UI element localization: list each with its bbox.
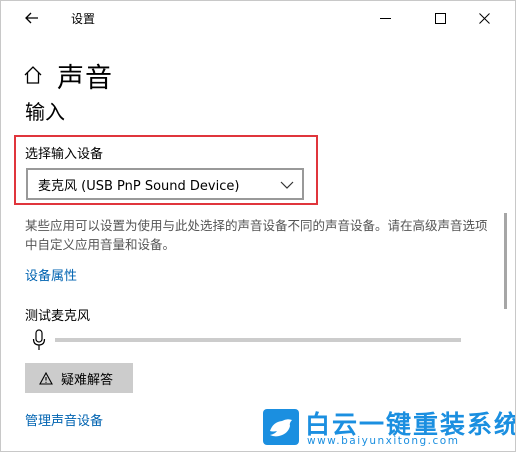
page-title: 声音 [57, 62, 113, 94]
title-bar: 设置 [1, 1, 515, 35]
manage-devices-link[interactable]: 管理声音设备 [25, 410, 103, 429]
close-button[interactable] [464, 5, 504, 31]
scrollbar[interactable] [504, 213, 507, 309]
back-arrow-icon [25, 12, 38, 24]
close-icon [478, 12, 490, 24]
minimize-button[interactable] [365, 5, 405, 31]
maximize-button[interactable] [420, 5, 460, 31]
mic-level-bar [55, 338, 461, 342]
maximize-icon [434, 12, 446, 24]
troubleshoot-label: 疑难解答 [61, 372, 114, 388]
watermark-url: www.baiyunxitong.com [307, 435, 460, 447]
app-title: 设置 [71, 12, 96, 26]
input-device-select[interactable]: 麦克风 (USB PnP Sound Device) [26, 168, 304, 200]
watermark: 白云一键重装系统 www.baiyunxitong.com [263, 405, 515, 449]
page-header: 声音 [23, 57, 113, 94]
chevron-down-icon [280, 181, 294, 189]
microphone-icon [32, 329, 46, 350]
bird-logo-icon [263, 409, 299, 445]
minimize-icon [379, 17, 391, 19]
mic-test-label: 测试麦克风 [25, 309, 91, 324]
troubleshoot-button[interactable]: 疑难解答 [25, 363, 133, 393]
input-device-label: 选择输入设备 [25, 147, 104, 162]
warning-icon [39, 371, 53, 385]
home-icon[interactable] [23, 65, 43, 85]
settings-window: 设置 声音 输入 选择输入设备 麦克风 (USB PnP Sound Devic… [0, 0, 516, 452]
description-text: 某些应用可以设置为使用与此处选择的声音设备不同的声音设备。请在高级声音选项中自定… [25, 218, 488, 252]
back-button[interactable] [15, 5, 49, 31]
input-device-value: 麦克风 (USB PnP Sound Device) [38, 178, 240, 194]
device-properties-link[interactable]: 设备属性 [25, 265, 77, 284]
section-title: 输入 [25, 100, 65, 124]
